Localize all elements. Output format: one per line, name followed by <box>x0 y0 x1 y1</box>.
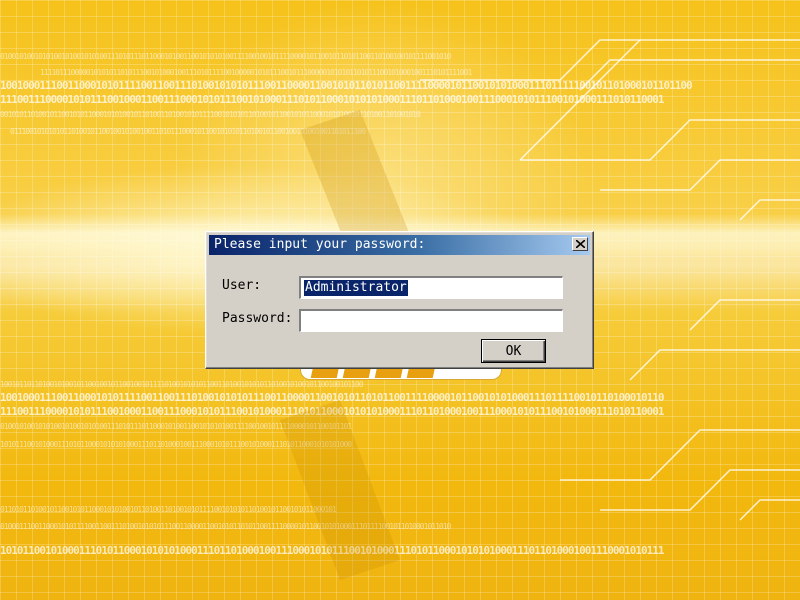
shadow-shape <box>280 400 400 580</box>
close-button[interactable] <box>572 237 588 251</box>
circuit-trace <box>520 119 800 161</box>
circuit-trace <box>739 499 800 521</box>
user-label: User: <box>222 278 262 293</box>
circuit-trace <box>689 299 800 331</box>
circuit-trace <box>739 199 800 221</box>
circuit-trace <box>600 469 800 511</box>
password-field[interactable] <box>299 309 563 332</box>
user-field-value: Administrator <box>303 279 409 297</box>
close-icon <box>576 240 585 248</box>
password-label: Password: <box>222 311 293 326</box>
password-dialog: Please input your password: User: Admini… <box>205 231 594 369</box>
dialog-title: Please input your password: <box>214 237 426 252</box>
circuit-trace <box>629 349 800 381</box>
ok-button[interactable]: OK <box>481 339 546 363</box>
circuit-trace <box>600 159 800 191</box>
circuit-trace <box>519 39 641 161</box>
circuit-trace <box>560 429 800 481</box>
user-field[interactable]: Administrator <box>299 276 563 299</box>
circuit-trace <box>579 59 800 91</box>
dialog-titlebar[interactable]: Please input your password: <box>209 235 590 255</box>
